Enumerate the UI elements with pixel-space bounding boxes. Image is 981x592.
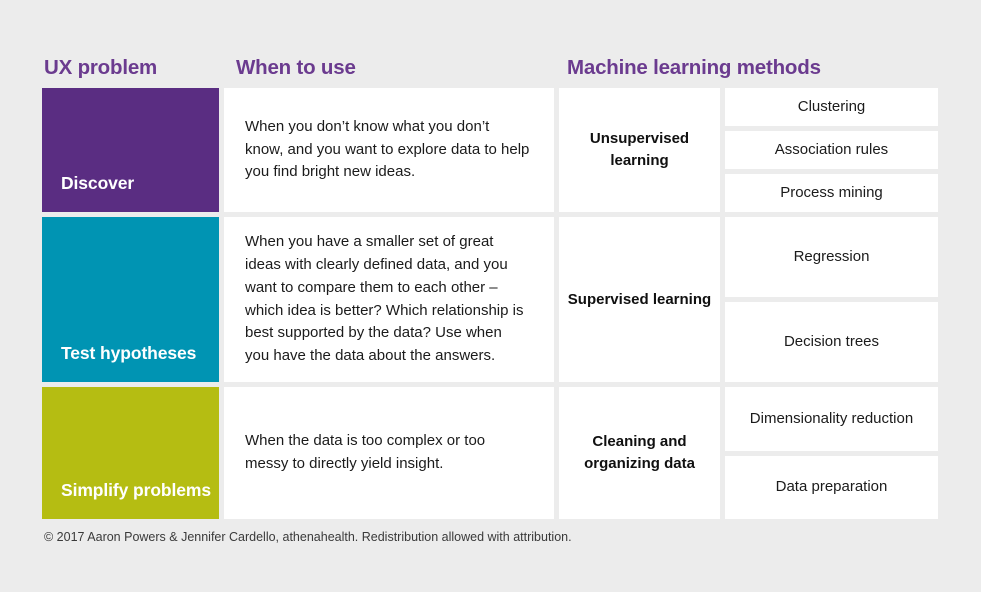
column-header-ml-methods: Machine learning methods [567,56,821,79]
column-header-when-to-use: When to use [236,56,356,79]
learning-family-label: Supervised learning [567,290,712,308]
column-headers: UX problem When to use Machine learning … [0,56,981,88]
method-cell: Clustering [725,88,938,126]
method-cell: Dimensionality reduction [725,387,938,451]
column-header-ux-problem: UX problem [44,56,158,79]
learning-family-cell-unsupervised: Unsupervised learning [559,88,720,212]
table-row: Discover When you don’t know what you do… [42,88,938,212]
method-label: Data preparation [775,478,888,496]
methods-stack-test-hypotheses: Regression Decision trees [725,217,938,382]
method-cell: Decision trees [725,302,938,382]
method-label: Dimensionality reduction [749,409,914,427]
when-to-use-cell-discover: When you don’t know what you don’t know,… [224,88,554,212]
method-label: Clustering [797,98,866,116]
ux-ml-matrix: Discover When you don’t know what you do… [42,88,938,519]
when-to-use-cell-test-hypotheses: When you have a smaller set of great ide… [224,217,554,382]
method-cell: Regression [725,217,938,297]
learning-family-label: Cleaning and organizing data [584,433,695,472]
method-cell: Process mining [725,174,938,212]
method-cell: Data preparation [725,455,938,519]
problem-cell-simplify-problems: Simplify problems [42,387,219,519]
table-row: Simplify problems When the data is too c… [42,387,938,519]
method-label: Association rules [774,141,889,159]
when-to-use-text: When you don’t know what you don’t know,… [245,117,530,181]
problem-label: Simplify problems [61,479,211,500]
problem-label: Discover [61,172,135,193]
method-label: Regression [793,248,870,266]
method-label: Process mining [780,184,883,202]
learning-family-label: Unsupervised learning [589,130,690,169]
problem-cell-discover: Discover [42,88,219,212]
learning-family-cell-supervised: Supervised learning [559,217,720,382]
method-label: Decision trees [783,333,880,351]
when-to-use-text: When the data is too complex or too mess… [245,432,486,472]
methods-stack-simplify-problems: Dimensionality reduction Data preparatio… [725,387,938,519]
table-row: Test hypotheses When you have a smaller … [42,217,938,382]
copyright-notice: © 2017 Aaron Powers & Jennifer Cardello,… [44,530,572,544]
learning-family-cell-cleaning-organizing: Cleaning and organizing data [559,387,720,519]
problem-cell-test-hypotheses: Test hypotheses [42,217,219,382]
when-to-use-cell-simplify-problems: When the data is too complex or too mess… [224,387,554,519]
problem-label: Test hypotheses [61,342,197,363]
methods-stack-discover: Clustering Association rules Process min… [725,88,938,212]
when-to-use-text: When you have a smaller set of great ide… [245,232,524,365]
method-cell: Association rules [725,131,938,169]
